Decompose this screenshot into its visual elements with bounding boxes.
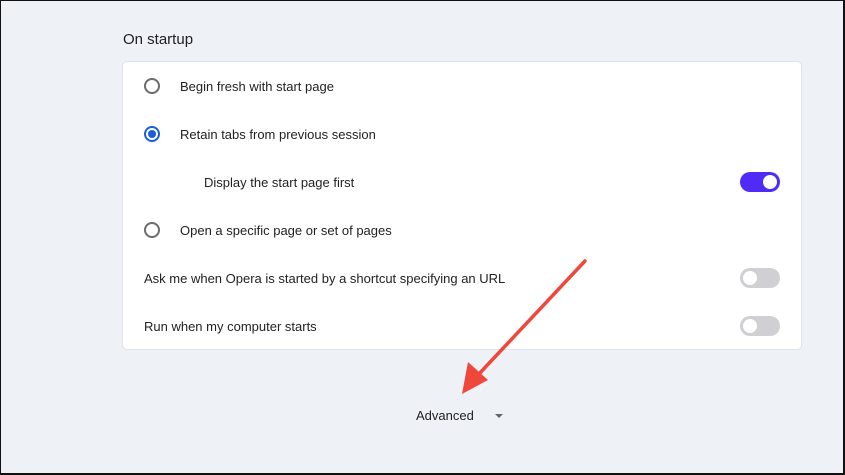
annotation-arrow-icon [462, 259, 587, 394]
